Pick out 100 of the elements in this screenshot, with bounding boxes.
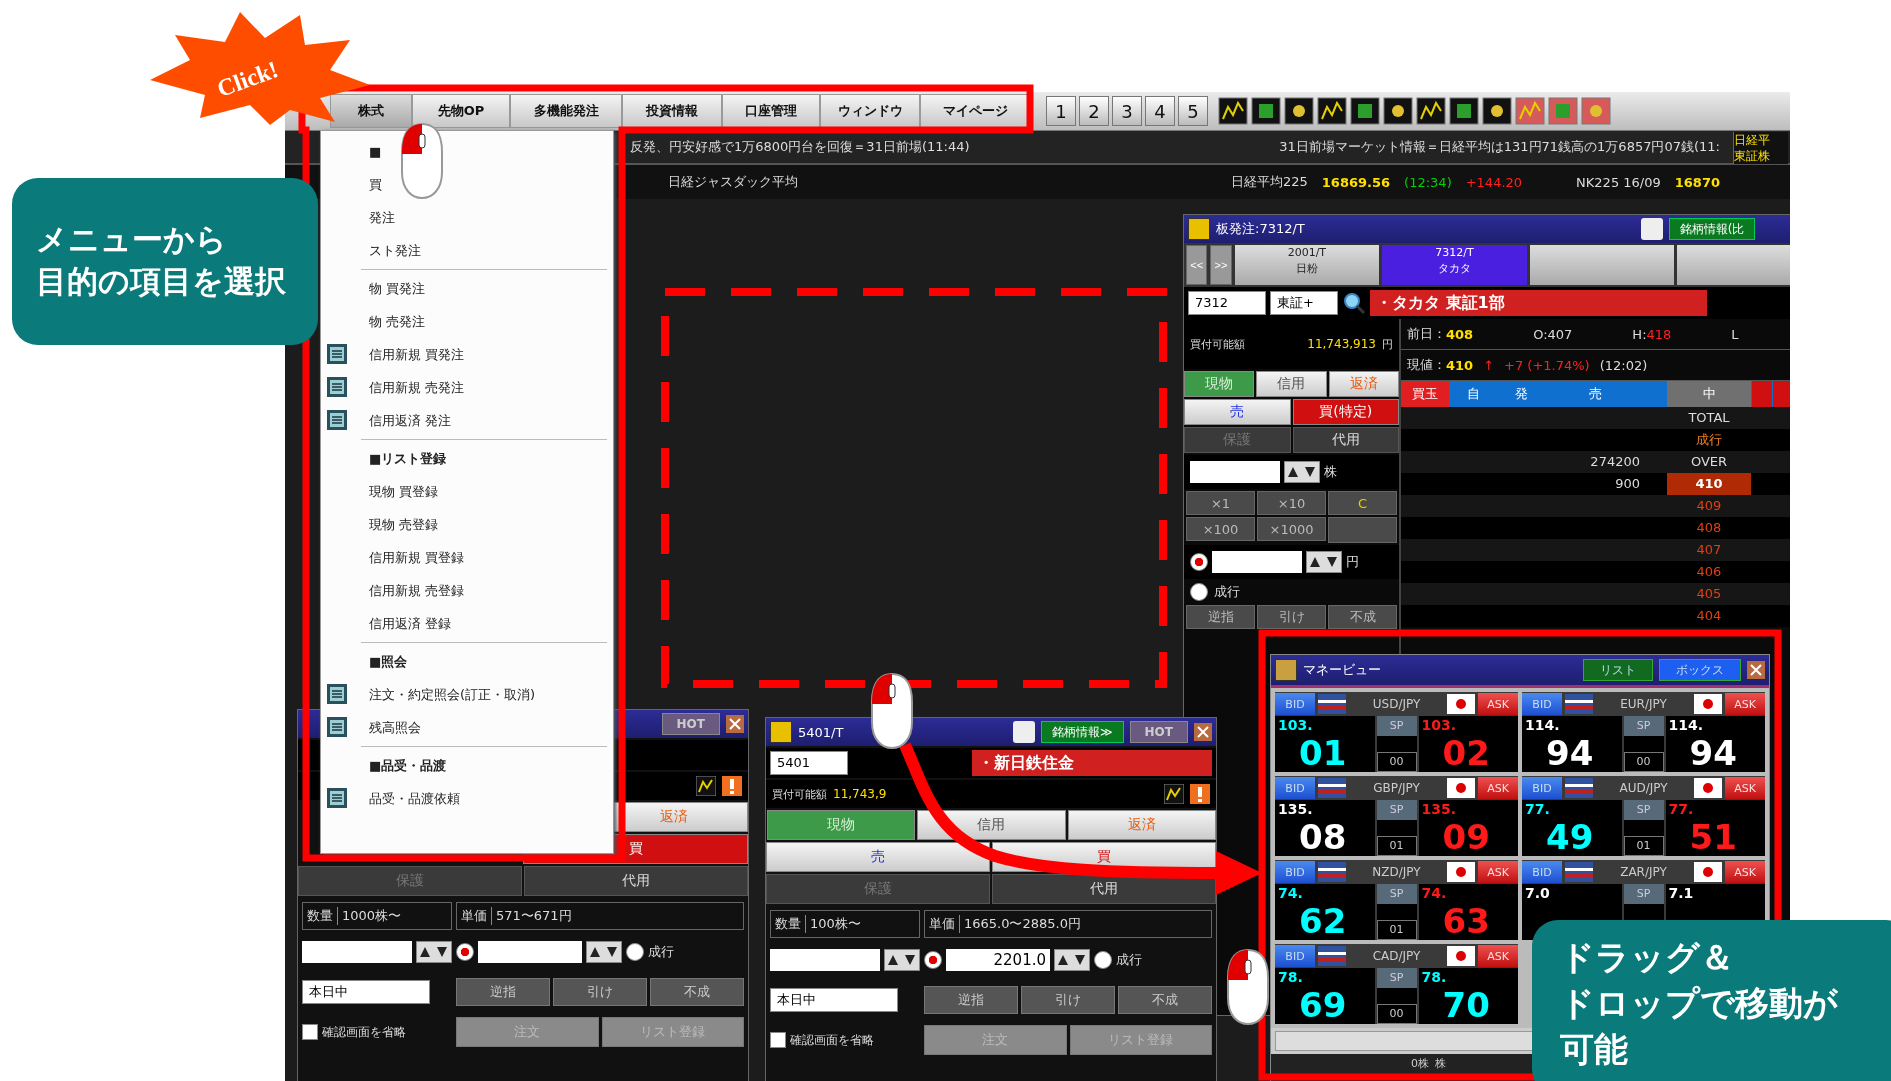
menu-item[interactable]: 信用新規 売登録 <box>321 574 613 607</box>
price-level[interactable]: 406 <box>1667 561 1751 583</box>
menu-item[interactable]: スト発注 <box>321 234 613 267</box>
ask-button[interactable]: ASK <box>1725 861 1765 883</box>
trade-tab[interactable]: 現物 <box>1184 371 1255 397</box>
quantity-field[interactable] <box>302 941 412 963</box>
ask-button[interactable]: ASK <box>1478 945 1518 967</box>
radio-button[interactable] <box>1190 553 1208 571</box>
page-button[interactable]: 5 <box>1178 96 1208 126</box>
condition-button[interactable]: 引け <box>1257 605 1326 629</box>
account-button[interactable]: 代用 <box>1292 427 1399 453</box>
condition-button[interactable]: 不成 <box>650 978 744 1006</box>
condition-button[interactable]: 不成 <box>1118 986 1212 1014</box>
spin-buttons[interactable] <box>586 941 622 963</box>
current-price-cell[interactable]: 410 <box>1667 473 1751 495</box>
account-button[interactable]: 代用 <box>524 866 748 896</box>
stock-info-button[interactable]: 銘柄情報(比 <box>1668 218 1756 240</box>
spin-buttons[interactable] <box>884 949 920 971</box>
nav-button[interactable]: >> <box>1210 245 1232 285</box>
ask-button[interactable]: ASK <box>1478 777 1518 799</box>
price-level[interactable]: 408 <box>1667 517 1751 539</box>
ask-button[interactable]: ASK <box>1725 693 1765 715</box>
menu-item[interactable]: 信用新規 売発注 <box>321 371 613 404</box>
menu-item[interactable]: 現物 買登録 <box>321 475 613 508</box>
menu-item[interactable]: 物 買発注 <box>321 272 613 305</box>
news-headline[interactable]: 31日前場マーケット情報＝日経平均は131円71銭高の1万6857円07銭(11: <box>1279 138 1720 156</box>
ask-button[interactable]: ASK <box>1478 693 1518 715</box>
radio-button[interactable] <box>456 943 474 961</box>
period-dropdown[interactable]: 本日中 <box>770 988 898 1012</box>
search-icon[interactable] <box>1342 291 1366 315</box>
hot-button[interactable]: HOT <box>661 713 720 735</box>
trade-tab[interactable]: 返済 <box>1067 810 1216 840</box>
bid-button[interactable]: BID <box>1275 777 1315 799</box>
trade-tab[interactable]: 現物 <box>766 810 915 840</box>
chart-icon[interactable] <box>696 776 716 796</box>
multiplier-button[interactable]: C <box>1328 491 1397 515</box>
close-icon[interactable] <box>1747 661 1765 679</box>
menu-item[interactable]: 信用新規 買登録 <box>321 541 613 574</box>
menu-item[interactable]: 残高照会 <box>321 711 613 744</box>
checkbox[interactable] <box>770 1032 786 1048</box>
news-headline[interactable]: 反発、円安好感で1万6800円台を回復＝31日前場(11:44) <box>630 138 970 156</box>
price-level[interactable]: 409 <box>1667 495 1751 517</box>
multiplier-button[interactable]: ×10 <box>1257 491 1326 515</box>
bid-button[interactable]: BID <box>1522 693 1562 715</box>
menu-item[interactable]: 買 <box>321 168 613 201</box>
bid-button[interactable]: BID <box>1522 861 1562 883</box>
menu[interactable]: ウィンドウ <box>820 94 920 128</box>
quantity-field[interactable] <box>1190 461 1280 483</box>
side-button[interactable]: 買(特定) <box>1292 399 1399 425</box>
radio-button[interactable] <box>1190 583 1208 601</box>
menu-item[interactable]: 注文・約定照会(訂正・取消) <box>321 678 613 711</box>
price-level[interactable]: 405 <box>1667 583 1751 605</box>
menu-item[interactable]: 信用返済 発注 <box>321 404 613 437</box>
trade-tab[interactable]: 返済 <box>1328 371 1399 397</box>
market-dropdown[interactable]: 東証+ <box>1270 291 1338 315</box>
spin-buttons[interactable] <box>416 941 452 963</box>
price-level[interactable]: 404 <box>1667 605 1751 627</box>
period-dropdown[interactable]: 本日中 <box>302 980 430 1004</box>
hot-button[interactable]: HOT <box>1129 721 1188 743</box>
close-icon[interactable] <box>726 715 744 733</box>
condition-button[interactable]: 不成 <box>1328 605 1397 629</box>
menu[interactable]: 多機能発注 <box>510 94 622 128</box>
code-dropdown[interactable]: 5401 <box>770 751 848 775</box>
condition-button[interactable]: 逆指 <box>456 978 550 1006</box>
bid-button[interactable]: BID <box>1275 945 1315 967</box>
condition-button[interactable]: 逆指 <box>924 986 1018 1014</box>
ask-button[interactable]: ASK <box>1478 861 1518 883</box>
bid-button[interactable]: BID <box>1522 777 1562 799</box>
side-button[interactable]: 売 <box>766 842 990 872</box>
stock-tab[interactable]: 7312/T タカタ <box>1382 245 1527 285</box>
spin-buttons[interactable] <box>1054 949 1090 971</box>
menu-item[interactable]: 発注 <box>321 201 613 234</box>
price-field[interactable] <box>478 941 582 963</box>
chart-icon[interactable] <box>1218 97 1248 125</box>
chart-icon[interactable] <box>1164 784 1184 804</box>
menu[interactable]: マイページ <box>920 94 1030 128</box>
code-dropdown[interactable]: 7312 <box>1188 291 1266 315</box>
multiplier-button[interactable]: ×1000 <box>1257 517 1326 541</box>
bid-button[interactable]: BID <box>1275 861 1315 883</box>
spin-buttons[interactable] <box>1284 461 1320 483</box>
stock-info-button[interactable]: 銘柄情報≫ <box>1041 721 1124 743</box>
close-icon[interactable] <box>1194 723 1212 741</box>
spin-buttons[interactable] <box>1306 551 1342 573</box>
alert-icon[interactable] <box>1190 784 1210 804</box>
menu-item[interactable]: 物 売発注 <box>321 305 613 338</box>
view-toggle-button[interactable]: リスト <box>1583 659 1653 681</box>
view-toggle-button[interactable]: ボックス <box>1659 659 1741 681</box>
page-button[interactable]: 4 <box>1145 96 1175 126</box>
price-field[interactable] <box>1212 551 1302 573</box>
side-button[interactable]: 売 <box>1184 399 1291 425</box>
radio-button[interactable] <box>626 943 644 961</box>
condition-button[interactable]: 引け <box>553 978 647 1006</box>
multiplier-button[interactable]: ×100 <box>1186 517 1255 541</box>
radio-button[interactable] <box>1094 951 1112 969</box>
checkbox[interactable] <box>302 1024 318 1040</box>
account-button[interactable]: 代用 <box>992 874 1216 904</box>
menu-item[interactable]: 信用返済 登録 <box>321 607 613 640</box>
menu[interactable]: 投資情報 <box>622 94 722 128</box>
alert-icon[interactable] <box>722 776 742 796</box>
page-button[interactable]: 2 <box>1079 96 1109 126</box>
